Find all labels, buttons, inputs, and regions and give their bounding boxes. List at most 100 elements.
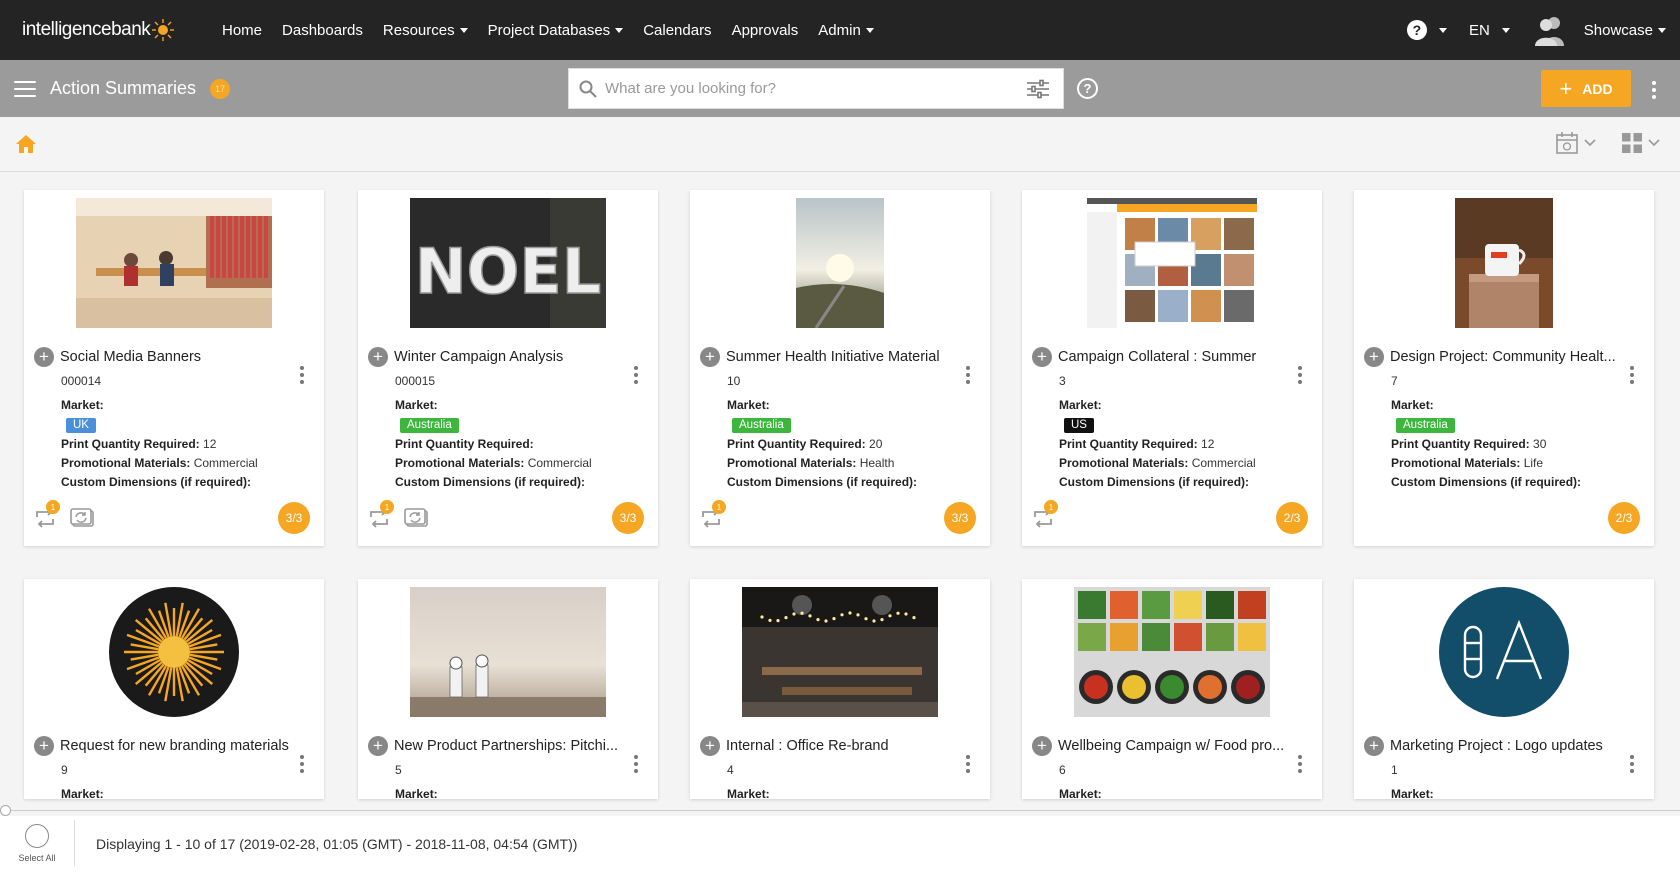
card-more-options-icon[interactable] [1298,753,1302,774]
plus-icon: + [1559,75,1573,101]
card-title[interactable]: Marketing Project : Logo updates [1390,738,1603,754]
action-card[interactable]: + Request for new branding materials 9 Mark… [24,579,324,799]
card-title[interactable]: Winter Campaign Analysis [394,349,563,365]
timeline-slider[interactable] [6,810,1680,811]
select-all-checkbox[interactable] [25,824,49,848]
progress-badge[interactable]: 2/3 [1276,502,1308,534]
chevron-down-icon[interactable] [1584,139,1596,147]
card-more-options-icon[interactable] [1298,364,1302,385]
card-footer: 1 2/3 [1022,490,1322,546]
add-to-collection-icon[interactable]: + [368,347,388,367]
add-to-collection-icon[interactable]: + [700,736,720,756]
chevron-down-icon [1658,27,1666,33]
beach-sunset-photo[interactable] [796,198,884,333]
action-card[interactable]: + Summer Health Initiative Material 10 Mark… [690,190,990,546]
card-more-options-icon[interactable] [1630,364,1634,385]
card-title[interactable]: Design Project: Community Healt... [1390,349,1616,365]
avatar[interactable] [1532,12,1568,48]
nav-link-calendars[interactable]: Calendars [633,22,721,39]
nav-link-project-databases[interactable]: Project Databases [478,22,634,39]
app-logo[interactable]: intelligencebank [22,19,202,41]
card-title[interactable]: Summer Health Initiative Material [726,349,940,365]
ida-logo-image[interactable] [1439,587,1569,722]
nav-link-dashboards[interactable]: Dashboards [272,22,373,39]
progress-badge[interactable]: 3/3 [278,502,310,534]
card-more-options-icon[interactable] [1630,753,1634,774]
action-card[interactable]: NOEL + Winter Campaign Analysis 000015 Marke… [358,190,658,546]
card-fields: Market: UK Print Quantity Required: 12 Prom… [61,398,258,489]
add-button[interactable]: + ADD [1541,70,1631,107]
food-bowls-photo[interactable] [1074,587,1270,722]
card-more-options-icon[interactable] [634,753,638,774]
card-title[interactable]: Internal : Office Re-brand [726,738,889,754]
card-title[interactable]: Campaign Collateral : Summer [1058,349,1256,365]
nav-link-admin[interactable]: Admin [808,22,884,39]
card-title[interactable]: Social Media Banners [60,349,201,365]
card-more-options-icon[interactable] [300,364,304,385]
nav-link-resources[interactable]: Resources [373,22,478,39]
image-sync-icon[interactable] [404,508,428,533]
nav-link-home[interactable]: Home [212,22,272,39]
card-fields: Market: [1391,787,1434,799]
calendar-sort-icon[interactable] [1556,132,1578,154]
action-card[interactable]: + Design Project: Community Healt... 7 Mark… [1354,190,1654,546]
add-to-collection-icon[interactable]: + [1364,347,1384,367]
progress-badge[interactable]: 3/3 [612,502,644,534]
chevron-down-icon [615,27,624,33]
add-to-collection-icon[interactable]: + [1032,736,1052,756]
action-card[interactable]: + Campaign Collateral : Summer 3 Market: US P… [1022,190,1322,546]
filter-sliders-icon[interactable] [1027,79,1049,99]
card-id: 000014 [61,374,102,388]
campaign-screenshot[interactable] [1087,198,1257,333]
card-more-options-icon[interactable] [634,364,638,385]
card-more-options-icon[interactable] [966,364,970,385]
card-title-row: + Campaign Collateral : Summer [1032,347,1312,367]
progress-badge[interactable]: 2/3 [1608,502,1640,534]
add-to-collection-icon[interactable]: + [1364,736,1384,756]
card-id: 6 [1059,763,1066,777]
user-menu[interactable]: Showcase [1584,22,1666,39]
select-all-button[interactable]: Select All [12,824,62,863]
card-footer: 2/3 [1354,490,1654,546]
chevron-down-icon [865,27,874,33]
progress-badge[interactable]: 3/3 [944,502,976,534]
home-icon[interactable] [15,134,37,154]
card-title[interactable]: Request for new branding materials [60,738,289,754]
action-card[interactable]: + Wellbeing Campaign w/ Food pro... 6 Marke… [1022,579,1322,799]
action-card[interactable]: + Internal : Office Re-brand 4 Market: [690,579,990,799]
more-options-icon[interactable] [1652,79,1656,100]
action-card[interactable]: + Marketing Project : Logo updates 1 Market… [1354,579,1654,799]
card-title-row: + Request for new branding materials [34,736,314,756]
action-card[interactable]: + Social Media Banners 000014 Market: UK Prin… [24,190,324,546]
image-sync-icon[interactable] [70,508,94,533]
hamburger-menu-icon[interactable] [14,80,36,97]
add-to-collection-icon[interactable]: + [368,736,388,756]
chevron-down-icon[interactable] [1648,139,1660,147]
add-to-collection-icon[interactable]: + [700,347,720,367]
grid-view-icon[interactable] [1622,133,1642,153]
search-input[interactable] [605,80,1027,97]
card-title-row: + New Product Partnerships: Pitchi... [368,736,648,756]
add-to-collection-icon[interactable]: + [34,736,54,756]
card-more-options-icon[interactable] [300,753,304,774]
noel-sign-photo[interactable]: NOEL [410,198,606,333]
help-menu[interactable]: ? [1406,20,1447,40]
coffee-mug-photo[interactable] [1455,198,1553,333]
help-icon[interactable]: ? [1077,78,1098,99]
card-more-options-icon[interactable] [966,753,970,774]
stormtrooper-toys-photo[interactable] [410,587,606,722]
chevron-down-icon [1501,27,1510,33]
card-title[interactable]: New Product Partnerships: Pitchi... [394,738,618,754]
action-card[interactable]: + New Product Partnerships: Pitchi... 5 Mar… [358,579,658,799]
slider-handle[interactable] [0,805,11,816]
card-title[interactable]: Wellbeing Campaign w/ Food pro... [1058,738,1284,754]
language-menu[interactable]: EN [1469,22,1510,39]
user-name: Showcase [1583,21,1653,39]
add-to-collection-icon[interactable]: + [34,347,54,367]
nav-link-approvals[interactable]: Approvals [722,22,809,39]
add-to-collection-icon[interactable]: + [1032,347,1052,367]
sun-logo-image[interactable] [109,587,239,722]
card-id: 4 [727,763,734,777]
office-interior-photo[interactable] [742,587,938,722]
office-photo[interactable] [76,198,272,333]
